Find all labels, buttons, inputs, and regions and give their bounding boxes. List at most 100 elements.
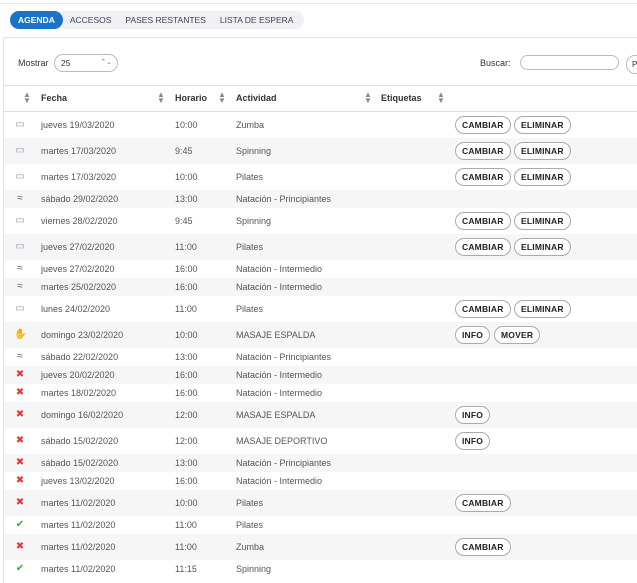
table-row: ▭ martes 17/03/2020 9:45 Spinning CAMBIAR ELI… [4, 138, 637, 164]
cell-hora: 13:00 [175, 458, 198, 468]
cancel-icon: ✖ [15, 457, 25, 468]
table-row: ✖ martes 18/02/2020 16:00 Natación - Interm… [4, 384, 637, 402]
cell-fecha: sábado 15/02/2020 [41, 436, 119, 446]
header-top-border [3, 85, 637, 86]
column-header-etiquetas[interactable]: Etiquetas [381, 93, 422, 103]
cambiar-button[interactable]: CAMBIAR [455, 300, 511, 318]
tab-bar: AGENDA ACCESOS PASES RESTANTES LISTA DE … [10, 11, 305, 29]
column-header-horario[interactable]: Horario [175, 93, 207, 103]
cell-fecha: martes 11/02/2020 [41, 542, 116, 552]
cell-hora: 16:00 [175, 264, 198, 274]
check-icon: ✔ [15, 519, 25, 530]
table-row: ✖ sábado 15/02/2020 13:00 Natación - Princi… [4, 454, 637, 472]
cell-actividad: Natación - Intermedio [236, 388, 323, 398]
cell-hora: 9:45 [175, 216, 193, 226]
cell-fecha: domingo 16/02/2020 [41, 410, 124, 420]
eliminar-button[interactable]: ELIMINAR [514, 168, 571, 186]
cell-hora: 9:45 [175, 146, 193, 156]
eliminar-button[interactable]: ELIMINAR [514, 142, 571, 160]
cell-hora: 11:00 [175, 542, 197, 552]
partial-button[interactable]: P [626, 55, 637, 74]
cell-actividad: Natación - Intermedio [236, 476, 323, 486]
table-row: ▭ viernes 28/02/2020 9:45 Spinning CAMBIAR EL… [4, 208, 637, 234]
show-entries-value: 25 [61, 58, 71, 68]
cell-fecha: martes 11/02/2020 [41, 498, 116, 508]
cell-hora: 16:00 [175, 282, 198, 292]
tab-accesos[interactable]: ACCESOS [63, 11, 119, 29]
mover-button[interactable]: MOVER [494, 326, 541, 344]
cell-fecha: jueves 19/03/2020 [41, 120, 115, 130]
sort-icon[interactable]: ▲ ▼ [23, 91, 31, 105]
swimmer-icon: ≈ [17, 263, 23, 274]
cell-hora: 16:00 [175, 370, 198, 380]
cell-actividad: Zumba [236, 120, 265, 130]
swimmer-icon: ≈ [17, 351, 23, 362]
cell-fecha: jueves 27/02/2020 [41, 264, 115, 274]
cancel-icon: ✖ [15, 497, 25, 508]
column-header-fecha[interactable]: Fecha [41, 93, 67, 103]
cell-fecha: martes 25/02/2020 [41, 282, 117, 292]
column-header-actividad[interactable]: Actividad [236, 93, 277, 103]
cell-actividad: Spinning [236, 216, 272, 226]
cell-actividad: MASAJE ESPALDA [236, 410, 316, 420]
search-label: Buscar: [480, 58, 511, 68]
tab-pases-restantes[interactable]: PASES RESTANTES [118, 11, 212, 29]
cell-hora: 11:00 [175, 520, 197, 530]
cell-hora: 11:00 [175, 304, 197, 314]
cell-actividad: Zumba [236, 542, 265, 552]
sort-icon[interactable]: ▲ ▼ [364, 91, 372, 105]
table-row: ≈ martes 25/02/2020 16:00 Natación - Interm… [4, 278, 637, 296]
sort-icon[interactable]: ▲ ▼ [437, 91, 445, 105]
cambiar-button[interactable]: CAMBIAR [455, 142, 511, 160]
cell-hora: 16:00 [175, 388, 198, 398]
info-button[interactable]: INFO [455, 432, 491, 450]
ticket-icon: ▭ [15, 241, 25, 252]
cambiar-button[interactable]: CAMBIAR [455, 212, 511, 230]
cell-actividad: Spinning [236, 564, 272, 574]
cell-actividad: Natación - Intermedio [236, 264, 323, 274]
info-button[interactable]: INFO [455, 326, 491, 344]
cell-hora: 16:00 [175, 476, 198, 486]
cell-actividad: MASAJE ESPALDA [236, 330, 316, 340]
search-input[interactable] [520, 55, 619, 70]
sort-icon[interactable]: ▲ ▼ [218, 91, 226, 105]
cambiar-button[interactable]: CAMBIAR [455, 494, 511, 512]
eliminar-button[interactable]: ELIMINAR [514, 212, 571, 230]
cell-actividad: Pilates [236, 172, 264, 182]
table-row: ▭ jueves 19/03/2020 10:00 Zumba CAMBIAR ELIMI… [4, 112, 637, 138]
cancel-icon: ✖ [15, 387, 25, 398]
cell-fecha: martes 11/02/2020 [41, 564, 116, 574]
cell-actividad: Natación - Principiantes [236, 458, 332, 468]
table-row: ✖ sábado 15/02/2020 12:00 MASAJE DEPORTIVO I… [4, 428, 637, 454]
cambiar-button[interactable]: CAMBIAR [455, 116, 511, 134]
eliminar-button[interactable]: ELIMINAR [514, 300, 571, 318]
cell-fecha: viernes 28/02/2020 [41, 216, 118, 226]
cell-actividad: Pilates [236, 304, 264, 314]
cell-fecha: sábado 15/02/2020 [41, 458, 119, 468]
show-entries-select[interactable]: 25 ⌃⌄ [54, 54, 118, 72]
cambiar-button[interactable]: CAMBIAR [455, 538, 511, 556]
cambiar-button[interactable]: CAMBIAR [455, 168, 511, 186]
cambiar-button[interactable]: CAMBIAR [455, 238, 511, 256]
table-row: ✖ jueves 13/02/2020 16:00 Natación - Interm… [4, 472, 637, 490]
tab-agenda[interactable]: AGENDA [10, 11, 63, 29]
cancel-icon: ✖ [15, 541, 25, 552]
cell-actividad: Spinning [236, 146, 272, 156]
table-row: ≈ jueves 27/02/2020 16:00 Natación - Interm… [4, 260, 637, 278]
sort-icon[interactable]: ▲ ▼ [157, 91, 165, 105]
cell-actividad: Natación - Principiantes [236, 352, 332, 362]
cell-fecha: jueves 13/02/2020 [41, 476, 115, 486]
cell-hora: 12:00 [175, 410, 198, 420]
eliminar-button[interactable]: ELIMINAR [514, 116, 571, 134]
tab-lista-de-espera[interactable]: LISTA DE ESPERA [213, 11, 301, 29]
cell-actividad: Natación - Intermedio [236, 282, 323, 292]
table-row: ✖ domingo 16/02/2020 12:00 MASAJE ESPALDA IN… [4, 402, 637, 428]
cell-actividad: Pilates [236, 498, 264, 508]
info-button[interactable]: INFO [455, 406, 491, 424]
cell-actividad: Pilates [236, 242, 264, 252]
cell-hora: 10:00 [175, 172, 198, 182]
eliminar-button[interactable]: ELIMINAR [514, 238, 571, 256]
table-row: ✋ domingo 23/02/2020 10:00 MASAJE ESPALDA IN… [4, 322, 637, 348]
cell-hora: 10:00 [175, 498, 198, 508]
cell-hora: 11:15 [175, 564, 197, 574]
